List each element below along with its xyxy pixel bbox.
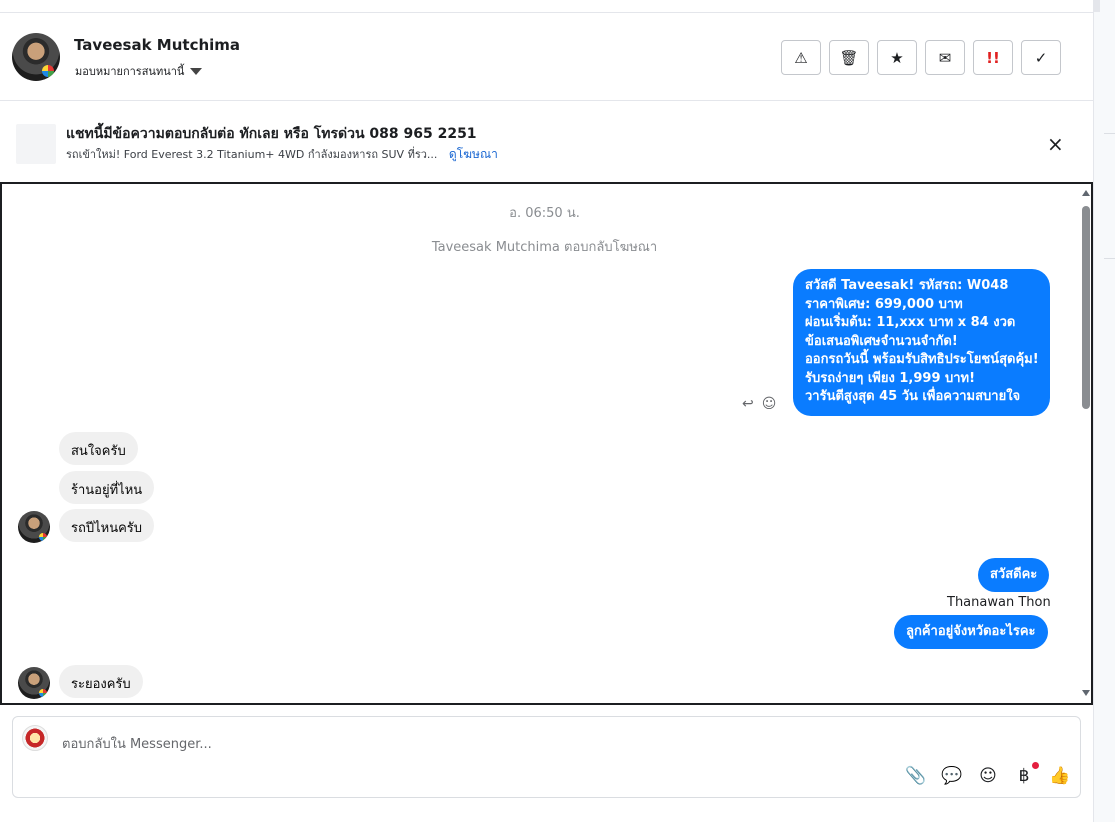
check-icon: ✓ [1034,48,1048,67]
header-actions: ⚠ 🗑 ★ ✉ !! ✓ [781,40,1061,75]
scroll-down-arrow[interactable] [1082,690,1090,696]
conversation-header: Taveesak Mutchima มอบหมายการสนทนานี้ ⚠ 🗑… [0,13,1093,101]
scrollbar[interactable] [1094,0,1100,12]
system-note: Taveesak Mutchima ตอบกลับโฆษณา [431,240,658,255]
saved-reply-icon: 💬 [941,766,963,786]
trash-icon: 🗑 [839,48,859,67]
like-button[interactable]: 👍 [1049,765,1071,787]
star-icon: ★ [890,48,904,67]
thumbs-up-icon: 👍 [1049,766,1071,786]
divider [1104,258,1115,259]
message-line: ราคาพิเศษ: 699,000 บาท [805,296,963,312]
ad-title: แชทนี้มีข้อความตอบกลับต่อ ทักเลย หรือ โท… [66,126,477,142]
avatar [18,511,50,543]
outgoing-ad-message[interactable]: สวัสดี Taveesak! รหัสรถ: W048 ราคาพิเศษ:… [793,269,1050,416]
status-badge [39,689,47,697]
close-icon[interactable]: × [1047,132,1064,156]
notification-dot [1032,762,1039,769]
ad-thumbnail [16,124,56,164]
assign-conversation-dropdown[interactable]: มอบหมายการสนทนานี้ [75,62,203,80]
conversation-panel: Taveesak Mutchima มอบหมายการสนทนานี้ ⚠ 🗑… [0,0,1093,822]
attach-button[interactable]: 📎 [905,765,927,787]
avatar[interactable] [12,33,60,81]
contact-name[interactable]: Taveesak Mutchima [74,36,240,54]
ad-subtitle: รถเข้าใหม่! Ford Everest 3.2 Titanium+ 4… [66,145,498,164]
message-line: ผ่อนเริ่มต้น: 11,xxx บาท x 84 งวด [805,315,1016,330]
incoming-message[interactable]: สนใจครับ [59,432,138,465]
avatar [18,667,50,699]
message-line: ข้อเสนอพิเศษจำนวนจำกัด! [805,333,958,349]
reply-input[interactable]: ตอบกลับใน Messenger... [62,733,212,754]
page-avatar [22,725,48,751]
outgoing-message[interactable]: สวัสดีคะ [978,558,1050,592]
divider [1104,133,1115,134]
message-thread[interactable]: อ. 06:50 น. Taveesak Mutchima ตอบกลับโฆษ… [0,182,1093,705]
star-button[interactable]: ★ [877,40,917,75]
priority-button[interactable]: !! [973,40,1013,75]
spam-button[interactable]: ⚠ [781,40,821,75]
emoji-button[interactable]: ☺ [977,765,999,787]
right-side-panel-edge [1093,0,1115,822]
chevron-down-icon [190,67,203,75]
message-line: สวัสดี Taveesak! รหัสรถ: W048 [805,278,1009,293]
view-ad-link[interactable]: ดูโฆษณา [449,147,498,161]
delete-button[interactable]: 🗑 [829,40,869,75]
reply-composer: ตอบกลับใน Messenger... 📎 💬 ☺ ฿ 👍 [12,716,1081,798]
emoji-reaction-icon[interactable]: ☺ [762,396,777,412]
saved-replies-button[interactable]: 💬 [941,765,963,787]
message-line: วารันตีสูงสุด 45 วัน เพื่อความสบายใจ [805,389,1021,404]
message-line: รับรถง่ายๆ เพียง 1,999 บาท! [805,370,976,386]
message-actions: ↩ ☺ [742,396,776,412]
composer-toolbar: 📎 💬 ☺ ฿ 👍 [905,762,1071,787]
status-badge [39,533,47,541]
status-badge [42,65,54,77]
reply-icon[interactable]: ↩ [742,396,754,412]
assign-label: มอบหมายการสนทนานี้ [75,65,185,78]
warning-icon: ⚠ [794,48,808,67]
baht-icon: ฿ [1018,766,1030,786]
priority-icon: !! [986,48,1000,67]
sender-name: Thanawan Thon [947,595,1051,610]
outgoing-message[interactable]: ลูกค้าอยู่จังหวัดอะไรคะ [894,615,1048,649]
paperclip-icon: 📎 [905,766,927,786]
ad-context-banner: แชทนี้มีข้อความตอบกลับต่อ ทักเลย หรือ โท… [0,102,1093,182]
mark-done-button[interactable]: ✓ [1021,40,1061,75]
incoming-message[interactable]: รถปีไหนครับ [59,509,155,542]
emoji-icon: ☺ [979,766,997,786]
incoming-message[interactable]: ระยองครับ [59,665,143,698]
payment-button[interactable]: ฿ [1013,762,1039,787]
incoming-message[interactable]: ร้านอยู่ที่ไหน [59,471,155,504]
message-line: ออกรถวันนี้ พร้อมรับสิทธิประโยชน์สุดคุ้ม… [805,352,1039,367]
scroll-up-arrow[interactable] [1082,190,1090,196]
mail-icon: ✉ [938,48,952,67]
ad-description: รถเข้าใหม่! Ford Everest 3.2 Titanium+ 4… [66,148,438,161]
mark-unread-button[interactable]: ✉ [925,40,965,75]
message-timestamp: อ. 06:50 น. [509,206,580,221]
